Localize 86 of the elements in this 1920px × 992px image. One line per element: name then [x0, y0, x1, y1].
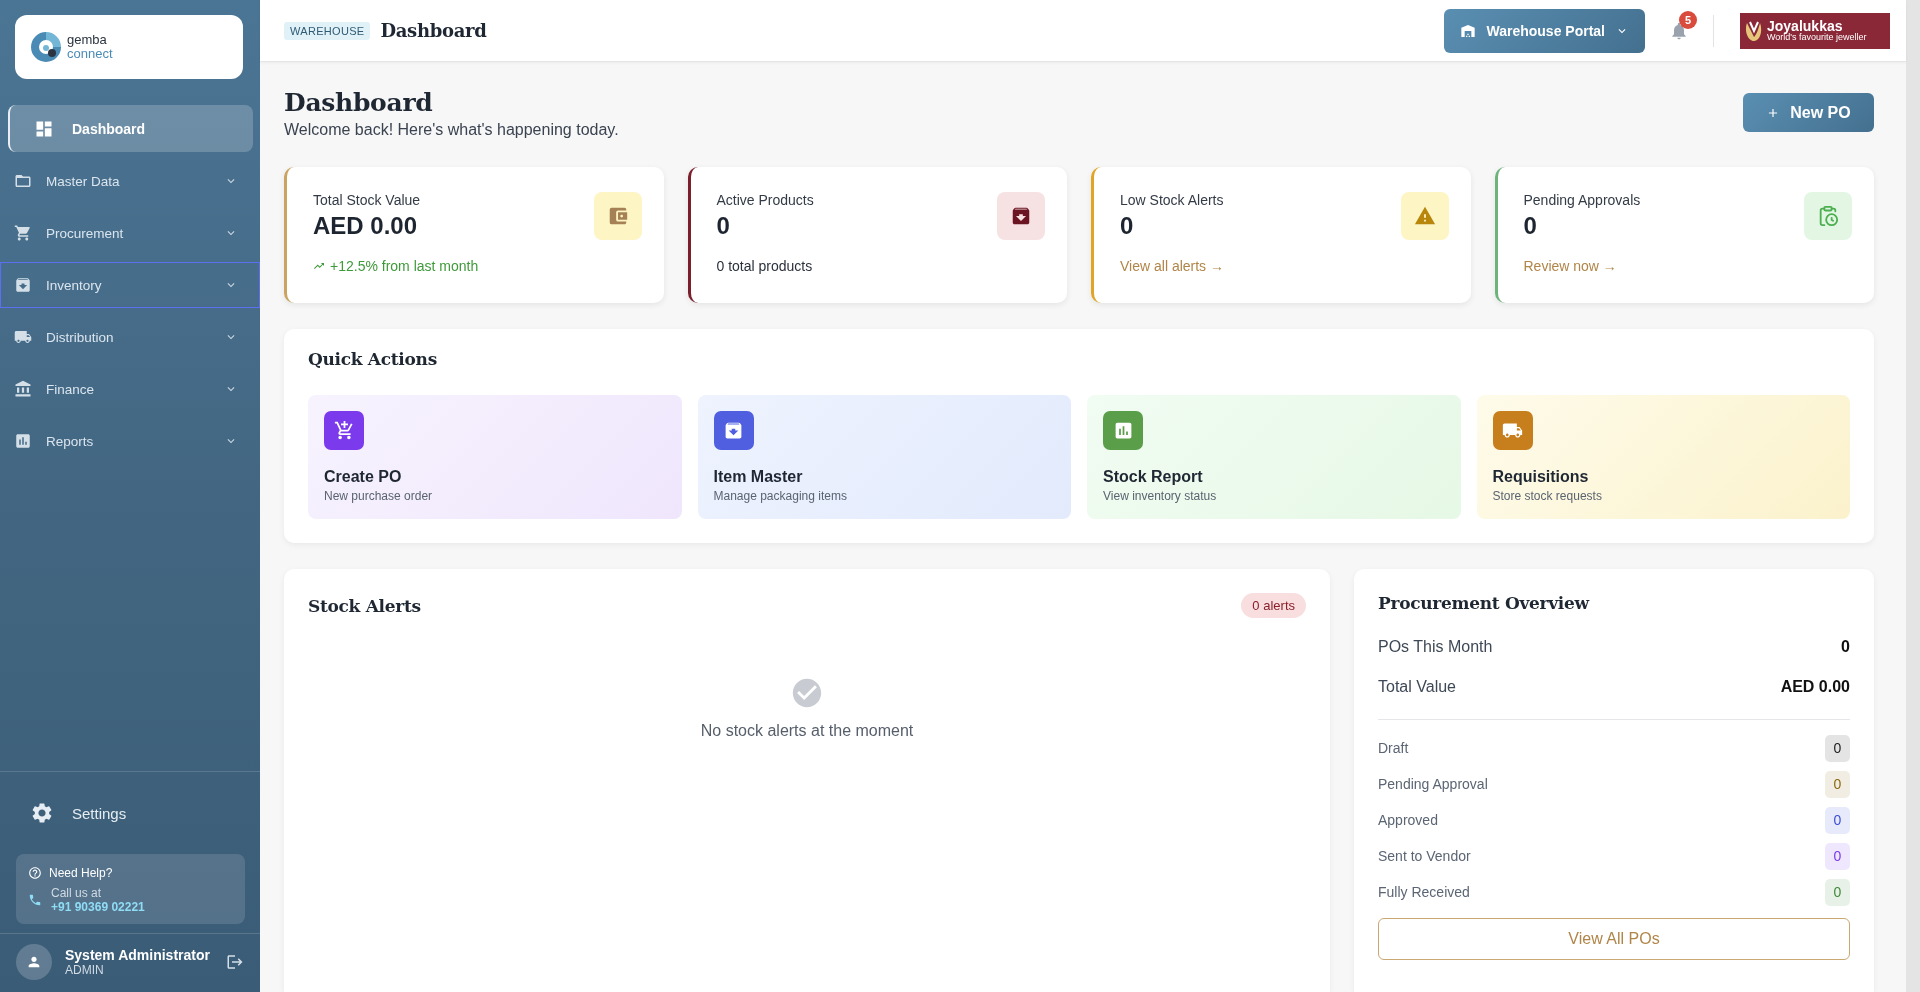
stat-value: AED 0.00	[313, 212, 419, 240]
trend-up-icon	[313, 260, 325, 272]
stat-note: +12.5% from last month	[313, 258, 479, 274]
summary-value: 0	[1841, 638, 1850, 656]
status-label: Approved	[1378, 812, 1438, 828]
quick-action-card[interactable]: Create PO New purchase order	[308, 395, 682, 519]
stat-link[interactable]: View all alerts →	[1120, 258, 1224, 274]
phone-icon	[28, 893, 42, 907]
quick-action-subtitle: Store stock requests	[1492, 489, 1603, 503]
status-label: Draft	[1378, 740, 1409, 756]
summary-value: AED 0.00	[1780, 678, 1850, 696]
stat-value: 0	[1523, 212, 1538, 240]
status-count: 0	[1825, 770, 1850, 798]
nav-item[interactable]: Finance	[0, 366, 260, 412]
nav-icon	[14, 172, 32, 190]
brand-name: Joyalukkas	[1767, 19, 1843, 33]
logout-icon[interactable]	[226, 953, 244, 971]
nav-item[interactable]: Reports	[0, 418, 260, 464]
nav-item[interactable]: Master Data	[0, 158, 260, 204]
empty-message: No stock alerts at the moment	[700, 722, 914, 740]
quick-action-title: Item Master	[713, 468, 804, 486]
quick-action-card[interactable]: Requisitions Store stock requests	[1476, 395, 1850, 519]
page-title: Dashboard	[284, 88, 434, 117]
nav-item[interactable]: Dashboard	[8, 105, 253, 152]
panel-title: Procurement Overview	[1378, 593, 1591, 613]
header-title: Dashboard	[380, 20, 487, 41]
phone-link[interactable]: +91 90369 02221	[51, 900, 145, 914]
help-icon	[28, 866, 42, 880]
summary-label: POs This Month	[1378, 638, 1493, 656]
stat-link[interactable]: Review now →	[1523, 258, 1641, 274]
stat-icon	[1804, 192, 1852, 240]
quick-action-subtitle: New purchase order	[324, 489, 434, 503]
stat-note: 0 total products	[716, 258, 814, 274]
person-icon	[26, 954, 42, 970]
nav-icon	[14, 432, 32, 450]
help-text: Call us at	[51, 886, 103, 900]
quick-action-title: Create PO	[324, 468, 403, 486]
stat-label: Active Products	[716, 192, 814, 208]
stat-label: Low Stock Alerts	[1120, 192, 1224, 208]
nav-icon	[14, 328, 32, 346]
alerts-count: 0 alerts	[1241, 593, 1306, 618]
status-label: Sent to Vendor	[1378, 848, 1471, 864]
stat-value: 0	[716, 212, 731, 240]
nav-item[interactable]: Procurement	[0, 210, 260, 256]
status-count: 0	[1825, 806, 1850, 834]
quick-action-card[interactable]: Item Master Manage packaging items	[697, 395, 1071, 519]
nav-icon	[14, 380, 32, 398]
stat-label: Pending Approvals	[1523, 192, 1641, 208]
stat-icon	[593, 192, 642, 240]
logo-text: gemba	[67, 33, 108, 47]
quick-action-title: Stock Report	[1103, 468, 1204, 486]
status-count: 0	[1825, 734, 1850, 762]
logo-text: connect	[67, 47, 113, 61]
status-label: Pending Approval	[1378, 776, 1488, 792]
status-count: 0	[1825, 878, 1850, 906]
nav-item[interactable]: Distribution	[0, 314, 260, 360]
stat-icon	[997, 192, 1045, 240]
quick-action-title: Requisitions	[1492, 468, 1590, 486]
settings-link[interactable]: Settings	[0, 772, 260, 854]
user-name: System Administrator	[65, 947, 211, 963]
portal-dropdown[interactable]: Warehouse Portal	[1444, 8, 1645, 53]
nav-item[interactable]: Inventory	[0, 262, 260, 308]
quick-action-subtitle: View inventory status	[1103, 489, 1218, 503]
panel-title: Quick Actions	[308, 349, 438, 369]
stat-value: 0	[1120, 212, 1135, 240]
stat-label: Total Stock Value	[313, 192, 422, 208]
quick-action-subtitle: Manage packaging items	[713, 489, 848, 503]
user-role: ADMIN	[65, 963, 105, 977]
notification-count: 5	[1679, 10, 1697, 29]
new-po-button[interactable]: New PO	[1743, 93, 1874, 132]
warehouse-icon	[1460, 22, 1477, 39]
panel-title: Stock Alerts	[308, 595, 421, 616]
status-label: Fully Received	[1378, 884, 1470, 900]
status-count: 0	[1825, 842, 1850, 870]
nav-icon	[14, 224, 32, 242]
settings-icon	[30, 801, 54, 825]
quick-action-card[interactable]: Stock Report View inventory status	[1087, 395, 1461, 519]
help-title: Need Help?	[49, 866, 113, 880]
section-tag: WAREHOUSE	[284, 21, 371, 40]
logo-icon	[29, 30, 63, 64]
view-all-pos-button[interactable]: View All POs	[1378, 918, 1850, 960]
brand-tagline: World's favourite jeweller	[1767, 33, 1867, 42]
nav-icon	[14, 276, 32, 294]
stat-icon	[1400, 192, 1449, 240]
page-subtitle: Welcome back! Here's what's happening today.	[284, 121, 619, 139]
summary-label: Total Value	[1378, 678, 1456, 696]
